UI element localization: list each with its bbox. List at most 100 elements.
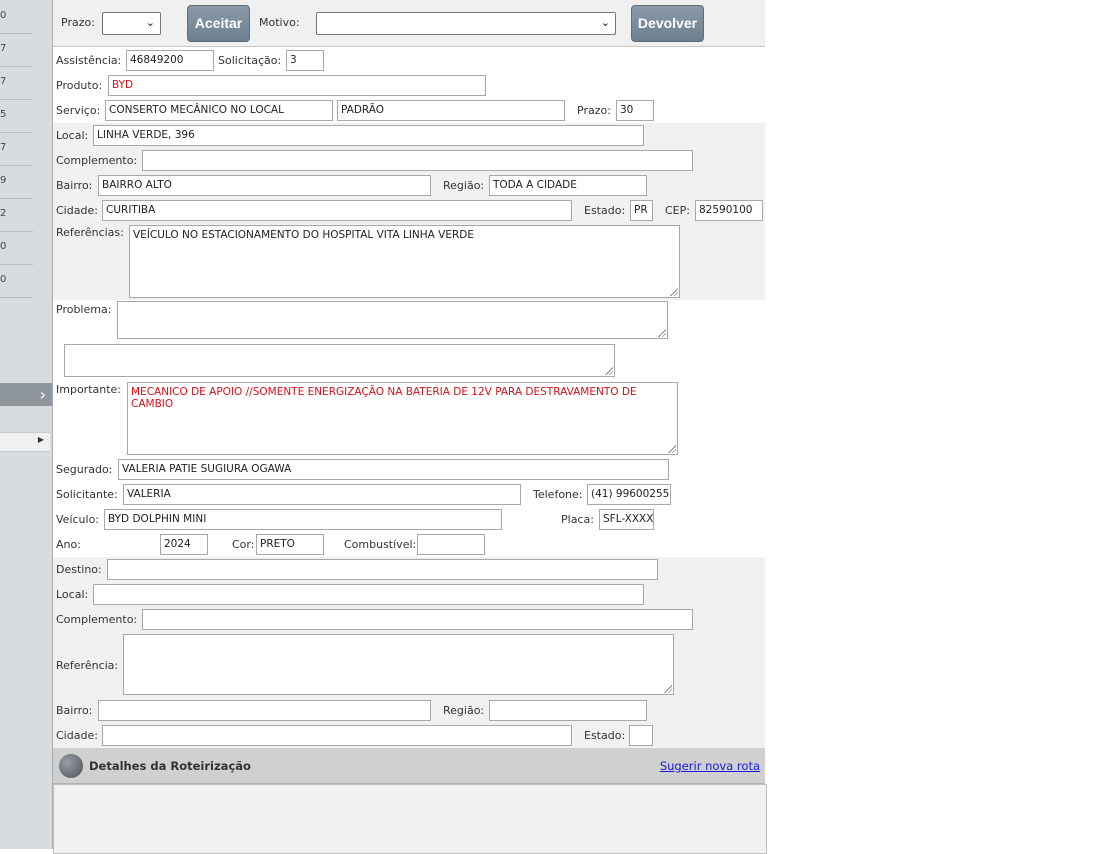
prazo-select[interactable]: ⌄	[102, 12, 161, 35]
problema-textarea[interactable]	[117, 301, 668, 339]
sidebar-row-value: 0	[0, 10, 7, 21]
prazo-label: Prazo:	[61, 16, 95, 29]
sidebar-row-value: 9	[0, 175, 7, 186]
resize-grip-icon[interactable]	[670, 288, 678, 296]
prazo-service-field[interactable]: 30	[616, 100, 654, 121]
destino-label: Destino:	[56, 563, 102, 576]
destino-referencia-textarea[interactable]	[123, 634, 674, 695]
cep-field[interactable]: 82590100	[695, 200, 763, 221]
sidebar-row[interactable]: 7	[0, 66, 33, 100]
combustivel-field[interactable]	[417, 534, 485, 555]
sidebar-row[interactable]: 7	[0, 33, 33, 67]
destino-cidade-field[interactable]	[102, 725, 572, 746]
importante-label: Importante:	[56, 383, 122, 396]
sidebar-selected-row[interactable]: ▶	[0, 432, 50, 452]
veiculo-field[interactable]: BYD DOLPHIN MINI	[104, 509, 502, 530]
cep-label: CEP:	[665, 204, 690, 217]
resize-grip-icon[interactable]	[605, 367, 613, 375]
destino-bairro-field[interactable]	[98, 700, 431, 721]
sidebar-row-value: 7	[0, 76, 7, 87]
destino-local-label: Local:	[56, 588, 89, 601]
motivo-select[interactable]: ⌄	[316, 12, 616, 35]
sidebar-row[interactable]: 7	[0, 132, 33, 166]
prazo-service-label: Prazo:	[577, 104, 611, 117]
chevron-down-icon: ⌄	[145, 16, 155, 29]
importante-text: MECANICO DE APOIO //SOMENTE ENERGIZAÇÃO …	[131, 386, 637, 410]
sidebar-row-value: 7	[0, 43, 7, 54]
sidebar-row[interactable]: 0	[0, 0, 33, 34]
complemento-label: Complemento:	[56, 154, 138, 167]
destino-estado-field[interactable]	[629, 725, 653, 746]
telefone-label: Telefone:	[533, 488, 583, 501]
sidebar-row[interactable]: 0	[0, 264, 33, 298]
route-details-panel	[53, 784, 767, 854]
produto-label: Produto:	[56, 79, 103, 92]
veiculo-label: Veículo:	[56, 513, 100, 526]
devolver-button[interactable]: Devolver	[631, 5, 704, 42]
cor-label: Cor:	[232, 538, 255, 551]
solicitacao-field[interactable]: 3	[286, 50, 324, 71]
servico-tipo-field[interactable]: PADRÃO	[337, 100, 565, 121]
solicitante-field[interactable]: VALERIA	[123, 484, 521, 505]
chevron-down-icon: ⌄	[600, 16, 610, 29]
importante-textarea[interactable]: MECANICO DE APOIO //SOMENTE ENERGIZAÇÃO …	[127, 382, 678, 455]
motivo-label: Motivo:	[259, 16, 300, 29]
destino-estado-label: Estado:	[584, 729, 626, 742]
referencias-text: VEÍCULO NO ESTACIONAMENTO DO HOSPITAL VI…	[133, 229, 475, 241]
cidade-field[interactable]: CURITIBA	[102, 200, 572, 221]
triangle-right-icon: ▶	[37, 435, 44, 444]
assistencia-field[interactable]: 46849200	[126, 50, 214, 71]
produto-field[interactable]: BYD	[108, 75, 486, 96]
sidebar-row-value: 7	[0, 142, 7, 153]
suggest-new-route-link[interactable]: Sugerir nova rota	[660, 759, 760, 773]
destino-regiao-field[interactable]	[489, 700, 647, 721]
segurado-field[interactable]: VALERIA PATIE SUGIURA OGAWA	[118, 459, 669, 480]
servico-field[interactable]: CONSERTO MECÂNICO NO LOCAL	[105, 100, 333, 121]
local-field[interactable]: LINHA VERDE, 396	[93, 125, 644, 146]
complemento-field[interactable]	[142, 150, 693, 171]
combustivel-label: Combustível:	[344, 538, 417, 551]
resize-grip-icon[interactable]	[658, 329, 666, 337]
sidebar-row-value: 0	[0, 241, 7, 252]
action-toolbar: Prazo: ⌄ Aceitar Motivo: ⌄ Devolver	[53, 0, 765, 47]
bairro-field[interactable]: BAIRRO ALTO	[98, 175, 431, 196]
service-form: Prazo: ⌄ Aceitar Motivo: ⌄ Devolver Assi…	[53, 0, 767, 854]
ano-field[interactable]: 2024	[160, 534, 208, 555]
assistencia-label: Assistência:	[56, 54, 122, 67]
destino-bairro-label: Bairro:	[56, 704, 93, 717]
sidebar-row[interactable]: 0	[0, 231, 33, 265]
regiao-field[interactable]: TODA A CIDADE	[489, 175, 647, 196]
globe-icon	[59, 754, 83, 778]
placa-label: Placa:	[561, 513, 594, 526]
referencias-label: Referências:	[56, 226, 124, 239]
placa-field[interactable]: SFL-XXXX	[599, 509, 654, 530]
route-details-header: Detalhes da Roteirização Sugerir nova ro…	[53, 748, 765, 784]
segurado-label: Segurado:	[56, 463, 113, 476]
sidebar-row-value: 0	[0, 274, 7, 285]
destino-complemento-field[interactable]	[142, 609, 693, 630]
solicitante-label: Solicitante:	[56, 488, 118, 501]
route-details-title: Detalhes da Roteirização	[89, 759, 251, 773]
sidebar-row[interactable]: 9	[0, 165, 33, 199]
telefone-field[interactable]: (41) 996002552	[587, 484, 671, 505]
estado-label: Estado:	[584, 204, 626, 217]
aceitar-button[interactable]: Aceitar	[187, 5, 250, 42]
sidebar-row[interactable]: 2	[0, 198, 33, 232]
resize-grip-icon[interactable]	[668, 445, 676, 453]
destino-complemento-label: Complemento:	[56, 613, 138, 626]
left-sidebar: 0 7 7 5 7 9 2 0 0 › ▶	[0, 0, 53, 849]
resize-grip-icon[interactable]	[664, 685, 672, 693]
sidebar-row[interactable]: 5	[0, 99, 33, 133]
local-label: Local:	[56, 129, 89, 142]
estado-field[interactable]: PR	[630, 200, 653, 221]
destino-regiao-label: Região:	[443, 704, 485, 717]
extra-textarea[interactable]	[64, 344, 615, 377]
cor-field[interactable]: PRETO	[256, 534, 324, 555]
sidebar-row-value: 5	[0, 109, 7, 120]
referencias-textarea[interactable]: VEÍCULO NO ESTACIONAMENTO DO HOSPITAL VI…	[129, 225, 680, 298]
destino-cidade-label: Cidade:	[56, 729, 98, 742]
destino-field[interactable]	[107, 559, 658, 580]
destino-local-field[interactable]	[93, 584, 644, 605]
regiao-label: Região:	[443, 179, 485, 192]
expand-panel-button[interactable]: ›	[0, 383, 52, 406]
